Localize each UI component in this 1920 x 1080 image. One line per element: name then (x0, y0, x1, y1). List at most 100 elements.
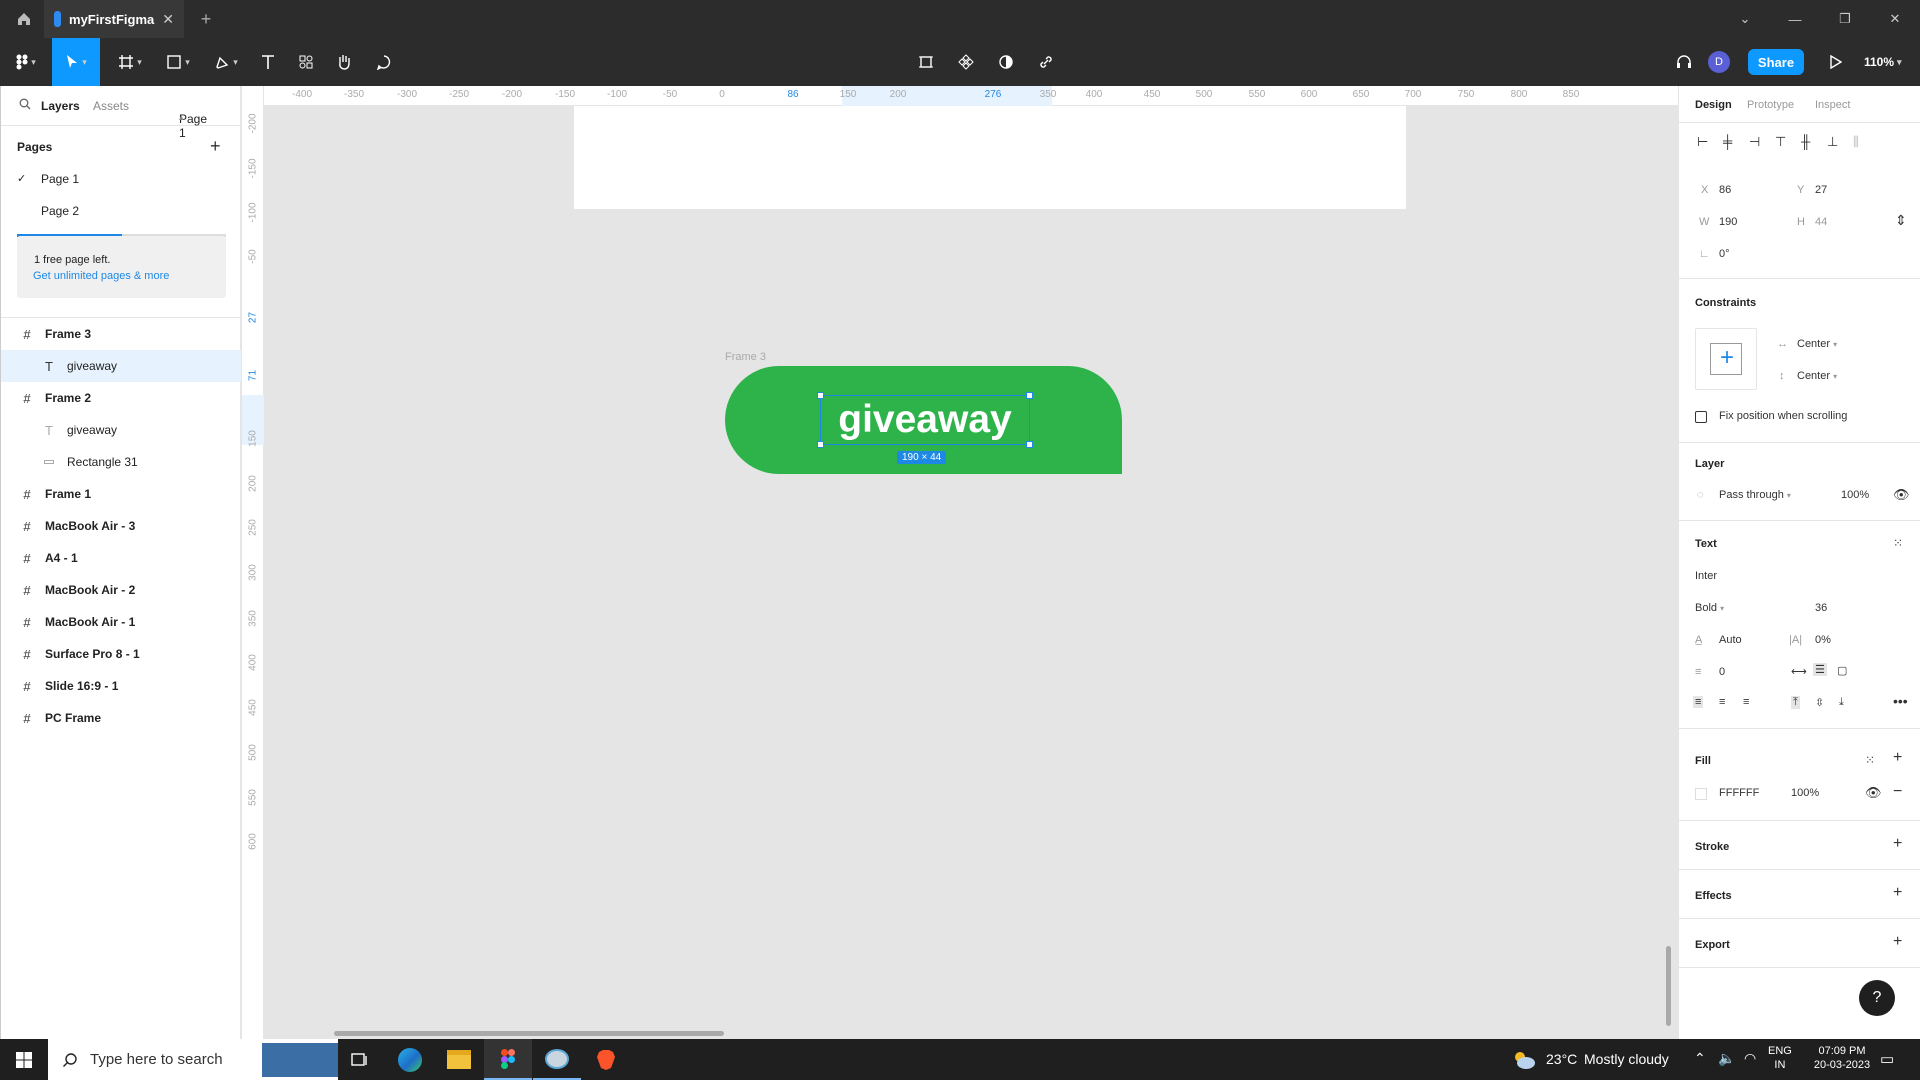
help-icon[interactable]: ? (1859, 980, 1895, 1016)
zoom-dropdown[interactable]: 110% ▾ (1864, 38, 1902, 86)
blend-mode-select[interactable]: Pass through ▾ (1719, 489, 1791, 501)
layer-item[interactable]: # A4 - 1 (1, 542, 241, 574)
tab-prototype[interactable]: Prototype (1747, 99, 1794, 111)
present-icon[interactable] (1820, 38, 1852, 86)
eye-icon[interactable]: 👁 (1893, 487, 1910, 503)
tab-assets[interactable]: Assets (93, 99, 129, 113)
chevron-up-icon[interactable]: ⌃ (1694, 1050, 1706, 1067)
layer-item[interactable]: # MacBook Air - 1 (1, 606, 241, 638)
w-input[interactable]: 190 (1719, 216, 1737, 228)
weather-icon[interactable] (1504, 1039, 1544, 1080)
main-menu-icon[interactable]: ▾ (8, 38, 44, 86)
volume-icon[interactable]: 🔈 (1718, 1050, 1735, 1067)
edge-browser-icon[interactable] (386, 1039, 434, 1080)
page-item-1[interactable]: Page 1 (41, 172, 79, 186)
figma-app-icon[interactable] (484, 1039, 532, 1080)
mask-icon[interactable] (990, 38, 1022, 86)
resize-handle[interactable] (1026, 441, 1033, 448)
resize-handle[interactable] (817, 441, 824, 448)
auto-height-icon[interactable]: ☰ (1813, 663, 1827, 676)
layer-item[interactable]: # MacBook Air - 2 (1, 574, 241, 606)
paint-app-icon[interactable] (533, 1039, 581, 1080)
fill-styles-icon[interactable]: ⁙ (1865, 753, 1875, 767)
promo-link[interactable]: Get unlimited pages & more (33, 268, 226, 284)
resize-handle[interactable] (817, 392, 824, 399)
page-item-2[interactable]: Page 2 (41, 204, 79, 218)
weather-desc[interactable]: Mostly cloudy (1584, 1051, 1669, 1067)
weather-temp[interactable]: 23°C (1546, 1051, 1577, 1067)
font-size-input[interactable]: 36 (1815, 602, 1827, 614)
tab-layers[interactable]: Layers (41, 99, 80, 113)
align-horizontal-center-icon[interactable]: ╪ (1723, 134, 1732, 149)
file-tab[interactable]: myFirstFigma ✕ (44, 0, 184, 38)
align-middle-icon[interactable]: ⇳ (1815, 696, 1824, 709)
layer-item[interactable]: # MacBook Air - 3 (1, 510, 241, 542)
eye-icon[interactable]: 👁 (1865, 785, 1882, 801)
line-height-input[interactable]: Auto (1719, 634, 1742, 646)
chevron-down-icon[interactable]: ⌄ (1720, 0, 1770, 38)
align-top-icon[interactable]: ⤒ (1791, 696, 1800, 709)
close-tab-icon[interactable]: ✕ (162, 11, 184, 28)
layer-item[interactable]: Rectangle 31 (1, 446, 241, 478)
home-icon[interactable] (4, 0, 44, 38)
auto-width-icon[interactable]: ⟷ (1791, 665, 1807, 678)
restore-icon[interactable]: ❐ (1820, 0, 1870, 38)
x-input[interactable]: 86 (1719, 184, 1731, 196)
add-page-icon[interactable]: + (210, 136, 221, 157)
remove-fill-icon[interactable]: − (1893, 783, 1902, 801)
headphones-icon[interactable] (1668, 38, 1700, 86)
minimize-icon[interactable]: — (1770, 0, 1820, 38)
more-icon[interactable]: ••• (1893, 693, 1908, 709)
vertical-scrollbar[interactable] (1666, 946, 1671, 1026)
h-input[interactable]: 44 (1815, 216, 1827, 228)
layer-item[interactable]: # PC Frame (1, 702, 241, 734)
language-indicator[interactable]: ENG IN (1768, 1044, 1792, 1072)
layer-item[interactable]: # Slide 16:9 - 1 (1, 670, 241, 702)
close-window-icon[interactable]: ✕ (1870, 0, 1920, 38)
align-vertical-center-icon[interactable]: ╫ (1801, 134, 1810, 149)
resize-handle[interactable] (1026, 392, 1033, 399)
font-family-select[interactable]: Inter (1695, 570, 1717, 582)
align-top-icon[interactable]: ⊤ (1775, 134, 1786, 150)
search-icon[interactable] (19, 98, 31, 110)
fixed-size-icon[interactable]: ▢ (1837, 664, 1847, 677)
fill-opacity-input[interactable]: 100% (1791, 787, 1819, 799)
move-tool-icon[interactable]: ▾ (52, 38, 100, 86)
layer-item[interactable]: # Frame 3 (1, 318, 241, 350)
resources-icon[interactable] (290, 38, 322, 86)
canvas[interactable]: Frame 3 giveaway 190 × 44 -400 -350 -300 -2… (242, 86, 1678, 1039)
layer-opacity-input[interactable]: 100% (1841, 489, 1869, 501)
distribute-icon[interactable]: ⫼ (1853, 134, 1859, 150)
giveaway-text[interactable]: giveaway (821, 396, 1029, 444)
crop-icon[interactable] (910, 38, 942, 86)
constraint-horizontal-select[interactable]: Center ▾ (1797, 338, 1837, 350)
fill-swatch[interactable] (1695, 788, 1707, 800)
font-weight-select[interactable]: Bold ▾ (1695, 602, 1724, 614)
link-icon[interactable] (1030, 38, 1062, 86)
layer-item[interactable]: # Frame 2 (1, 382, 241, 414)
paragraph-spacing-input[interactable]: 0 (1719, 666, 1725, 678)
add-effect-icon[interactable]: + (1893, 884, 1902, 902)
fill-hex-input[interactable]: FFFFFF (1719, 787, 1759, 799)
constrain-proportions-icon[interactable]: ⇕ (1895, 212, 1907, 229)
rotation-input[interactable]: 0° (1719, 248, 1730, 260)
add-stroke-icon[interactable]: + (1893, 835, 1902, 853)
frame-above[interactable] (574, 106, 1406, 209)
brave-browser-icon[interactable] (582, 1039, 630, 1080)
text-selection-box[interactable]: giveaway (817, 392, 1033, 448)
align-right-icon[interactable]: ⊣ (1749, 134, 1760, 150)
align-center-text-icon[interactable]: ≡ (1719, 696, 1725, 708)
align-bottom-icon[interactable]: ⤓ (1839, 696, 1844, 709)
align-left-icon[interactable]: ⊢ (1697, 134, 1708, 150)
windows-start-icon[interactable] (0, 1039, 48, 1080)
file-explorer-icon[interactable] (435, 1039, 483, 1080)
notifications-icon[interactable]: ▭ (1880, 1050, 1894, 1068)
frame-tool-icon[interactable]: ▾ (110, 38, 150, 86)
layer-item[interactable]: Tgiveaway (1, 350, 241, 382)
text-tool-icon[interactable] (252, 38, 284, 86)
new-tab-icon[interactable]: + (194, 0, 218, 38)
comment-icon[interactable] (368, 38, 400, 86)
add-export-icon[interactable]: + (1893, 933, 1902, 951)
component-icon[interactable] (950, 38, 982, 86)
share-button[interactable]: Share (1748, 49, 1804, 75)
